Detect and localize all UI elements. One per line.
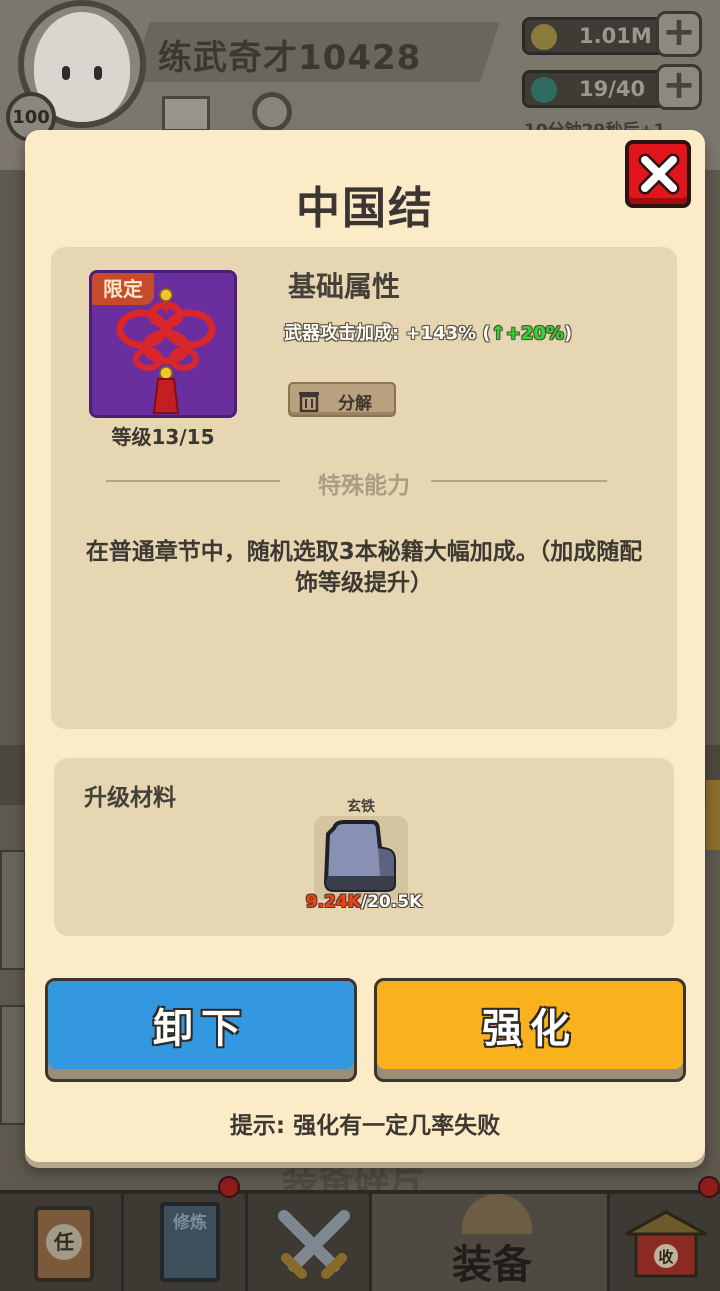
material-required: /20.5K bbox=[360, 892, 423, 912]
add-stamina-button[interactable]: + bbox=[656, 64, 702, 110]
pavilion-icon: 收 bbox=[625, 1210, 707, 1278]
close-icon bbox=[638, 153, 680, 195]
nav-equipment-label: 装备 bbox=[452, 1242, 532, 1288]
material-owned: 9.24K bbox=[305, 892, 361, 912]
background-slot-left-2 bbox=[0, 1005, 26, 1125]
coin-icon bbox=[531, 24, 557, 50]
background-side-tab bbox=[706, 780, 720, 850]
attack-bonus-increase: +20% bbox=[505, 323, 564, 344]
special-ability-title: 特殊能力 bbox=[318, 473, 410, 499]
unequip-button[interactable]: 卸下 bbox=[45, 978, 357, 1082]
nav-tab-cultivate[interactable]: 修炼 bbox=[124, 1194, 248, 1291]
nav-tab-battle[interactable] bbox=[248, 1194, 372, 1291]
hint-bulb-icon[interactable] bbox=[252, 92, 292, 132]
crossed-swords-icon bbox=[278, 1210, 350, 1279]
attack-bonus-label: 武器攻击加成: +143% ( bbox=[284, 323, 491, 344]
dialog-title: 中国结 bbox=[296, 183, 434, 234]
item-card: 限定 bbox=[89, 270, 237, 418]
upgrade-hint: 提示: 强化有一定几率失败 bbox=[229, 1113, 501, 1139]
book-icon: 修炼 bbox=[160, 1202, 220, 1282]
stamina-drop-icon bbox=[531, 77, 557, 103]
item-detail-dialog: 中国结 限定 等级13/15 基础属性 武器攻击加成: +143% (↑+20%… bbox=[25, 130, 705, 1162]
svg-text:收: 收 bbox=[658, 1248, 673, 1266]
item-info-panel: 限定 等级13/15 基础属性 武器攻击加成: +143% (↑+20%) 分解… bbox=[51, 247, 677, 729]
avatar-eye-left bbox=[62, 66, 70, 80]
material-count: 9.24K/20.5K bbox=[284, 892, 444, 912]
decompose-label: 分解 bbox=[338, 394, 372, 414]
item-level: 等级13/15 bbox=[111, 425, 215, 449]
base-attributes-title: 基础属性 bbox=[288, 270, 401, 303]
weapon-attack-bonus: 武器攻击加成: +143% (↑+20%) bbox=[284, 319, 572, 345]
player-name: 练武奇才10428 bbox=[158, 38, 422, 78]
stamina-value: 19/40 bbox=[579, 77, 646, 101]
add-coins-button[interactable]: + bbox=[656, 11, 702, 57]
coin-value: 1.01M bbox=[579, 24, 652, 48]
nav-tab-collection[interactable]: 收 bbox=[610, 1194, 720, 1291]
equipment-icon bbox=[462, 1194, 532, 1234]
nav-tab-equipment[interactable]: 装备 bbox=[372, 1194, 610, 1291]
material-name: 玄铁 bbox=[347, 799, 375, 815]
material-slot[interactable] bbox=[314, 816, 408, 900]
notification-dot bbox=[218, 1176, 240, 1198]
trash-icon bbox=[299, 392, 319, 412]
divider-right bbox=[431, 480, 607, 482]
background-slot-left-1 bbox=[0, 850, 26, 970]
upgrade-button[interactable]: 强化 bbox=[374, 978, 686, 1082]
special-ability-description: 在普通章节中，随机选取3本秘籍大幅加成。（加成随配饰等级提升） bbox=[85, 539, 643, 596]
attack-bonus-close: ) bbox=[563, 323, 573, 344]
limited-tag: 限定 bbox=[92, 273, 154, 305]
mail-icon[interactable] bbox=[162, 96, 210, 132]
decompose-button[interactable]: 分解 bbox=[288, 382, 396, 417]
upgrade-materials-panel: 升级材料 玄铁 9.24K/20.5K bbox=[54, 758, 674, 936]
avatar-eye-right bbox=[94, 66, 102, 80]
close-button[interactable] bbox=[625, 140, 691, 208]
upgrade-materials-title: 升级材料 bbox=[84, 785, 176, 811]
scroll-icon: 任 bbox=[34, 1206, 94, 1282]
unequip-label: 卸下 bbox=[48, 981, 354, 1069]
black-iron-ore-icon bbox=[323, 820, 396, 892]
up-arrow-icon: ↑ bbox=[490, 323, 506, 344]
nav-tab-tasks[interactable]: 任 bbox=[0, 1194, 124, 1291]
notification-dot bbox=[698, 1176, 720, 1198]
scroll-icon-glyph: 任 bbox=[46, 1224, 82, 1260]
bottom-navigation: 任 修炼 装备 收 bbox=[0, 1190, 720, 1291]
upgrade-label: 强化 bbox=[377, 981, 683, 1069]
